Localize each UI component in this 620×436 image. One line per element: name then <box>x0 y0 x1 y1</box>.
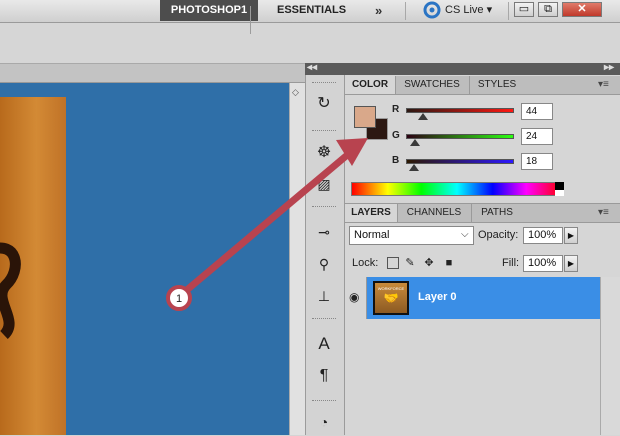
red-channel-label: R <box>392 104 400 115</box>
grip[interactable] <box>312 82 336 85</box>
color-spectrum-ramp[interactable] <box>351 182 563 196</box>
fill-field[interactable]: 100% <box>523 255 563 272</box>
panel-dock-header <box>305 63 620 75</box>
green-value-field[interactable]: 24 <box>521 128 553 145</box>
blue-channel-label: B <box>392 155 400 166</box>
restore-button[interactable]: ⧉ <box>538 2 558 17</box>
tab-color[interactable]: COLOR <box>345 76 396 94</box>
grip[interactable] <box>312 130 336 133</box>
lock-position-icon[interactable]: ✥ <box>423 257 435 269</box>
lock-all-icon[interactable]: ■ <box>443 257 455 269</box>
cs-live-menu[interactable]: CS Live ▾ <box>445 0 492 21</box>
layer-name[interactable]: Layer 0 <box>418 291 457 303</box>
navigator-icon[interactable]: ☸ <box>310 141 338 165</box>
blend-mode-select[interactable]: Normal <box>349 226 474 245</box>
image-icon[interactable]: ▨ <box>310 172 338 196</box>
foreground-color-swatch[interactable] <box>354 106 376 128</box>
clone-source-icon[interactable]: ⚲ <box>310 252 338 276</box>
green-slider[interactable] <box>406 134 514 139</box>
opacity-slider-button[interactable]: ▶ <box>564 227 578 244</box>
red-value-field[interactable]: 44 <box>521 103 553 120</box>
options-separator <box>250 6 251 34</box>
red-slider-thumb[interactable] <box>418 113 428 120</box>
grip[interactable] <box>312 400 336 403</box>
grip[interactable] <box>312 206 336 209</box>
tab-channels[interactable]: CHANNELS <box>399 204 469 222</box>
blue-value-field[interactable]: 18 <box>521 153 553 170</box>
blue-slider-thumb[interactable] <box>409 164 419 171</box>
paragraph-icon[interactable]: ¶ <box>310 364 338 388</box>
nav-icon[interactable]: ◔ <box>310 410 338 434</box>
lock-label: Lock: <box>352 257 379 269</box>
more-workspaces-button[interactable]: » <box>375 0 382 21</box>
image-letter-shape <box>0 242 21 340</box>
fill-slider-button[interactable]: ▶ <box>564 255 578 272</box>
brush-preset-icon[interactable]: ⊸ <box>310 220 338 244</box>
tab-layers[interactable]: LAYERS <box>345 204 398 222</box>
expand-dock-icon[interactable]: ▸▸ <box>604 62 614 73</box>
layers-panel-menu-icon[interactable]: ▾≡ <box>598 207 609 218</box>
green-channel-label: G <box>392 130 400 141</box>
tab-paths[interactable]: PATHS <box>471 204 522 222</box>
layers-scrollbar[interactable] <box>600 277 620 435</box>
character-icon[interactable]: A <box>310 332 338 356</box>
lock-transparency-icon[interactable] <box>387 257 399 269</box>
layer-thumbnail[interactable]: WORKFORCE 🤝 <box>373 281 409 315</box>
green-slider-thumb[interactable] <box>410 139 420 146</box>
tab-swatches[interactable]: SWATCHES <box>397 76 467 94</box>
cs-live-icon[interactable] <box>423 1 441 19</box>
opacity-label: Opacity: <box>478 229 519 241</box>
scroll-up-icon[interactable]: ◇ <box>292 87 299 98</box>
minimize-button[interactable]: ▭ <box>514 2 534 17</box>
essentials-workspace-link[interactable]: ESSENTIALS <box>277 0 346 21</box>
options-bar <box>0 23 620 64</box>
handshake-icon: 🤝 <box>383 291 399 305</box>
chevron-down-icon[interactable]: ⌵ <box>461 229 469 240</box>
canvas-vertical-scrollbar[interactable] <box>289 83 305 435</box>
history-icon[interactable]: ↻ <box>310 92 338 116</box>
opacity-field[interactable]: 100% <box>523 227 563 244</box>
tab-styles[interactable]: STYLES <box>469 76 524 94</box>
eye-icon[interactable]: ◉ <box>349 290 359 304</box>
spectrum-white-swatch[interactable] <box>555 190 564 196</box>
collapse-dock-icon[interactable]: ◂◂ <box>307 62 317 73</box>
grip[interactable] <box>312 318 336 321</box>
color-panel-menu-icon[interactable]: ▾≡ <box>598 79 609 90</box>
lock-pixels-icon[interactable]: ✎ <box>404 257 416 269</box>
workspace-button[interactable]: PHOTOSHOP1 <box>160 0 258 21</box>
close-button[interactable]: ✕ <box>562 2 602 17</box>
fill-label: Fill: <box>502 257 520 269</box>
separator <box>405 2 406 20</box>
blue-slider[interactable] <box>406 159 514 164</box>
stamp-icon[interactable]: ⊥ <box>310 284 338 308</box>
separator <box>508 2 509 20</box>
document-tab-bar <box>0 64 305 83</box>
